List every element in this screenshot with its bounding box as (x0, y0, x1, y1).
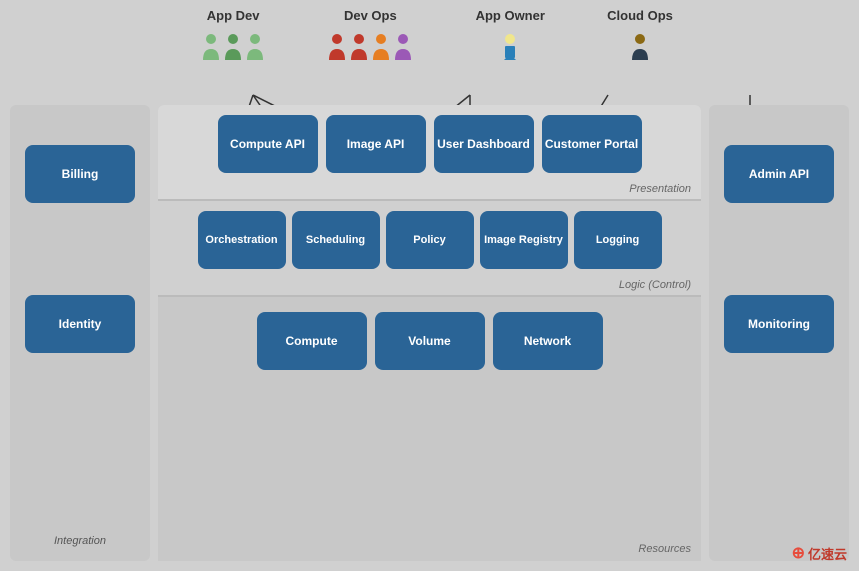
monitoring-box: Monitoring (724, 295, 834, 353)
persona-label: App Owner (476, 8, 545, 23)
image-registry-box: Image Registry (480, 211, 568, 269)
watermark-text: 亿速云 (808, 544, 847, 563)
logging-box: Logging (574, 211, 662, 269)
persona-app-owner: App Owner (476, 8, 545, 62)
resources-layer: Compute Volume Network Resources (158, 295, 701, 561)
person-icon (393, 32, 413, 62)
person-icon (327, 32, 347, 62)
person-icon (201, 32, 221, 62)
left-panel: Billing Identity Integration (10, 105, 150, 561)
orchestration-box: Orchestration (198, 211, 286, 269)
logic-layer: Orchestration Scheduling Policy Image Re… (158, 199, 701, 295)
person-icon (245, 32, 265, 62)
network-box: Network (493, 312, 603, 370)
persona-label: Dev Ops (344, 8, 397, 23)
resources-label: Resources (638, 543, 691, 555)
persona-dev-ops: Dev Ops (327, 8, 413, 62)
presentation-label: Presentation (629, 183, 691, 195)
persona-label: App Dev (207, 8, 260, 23)
logic-label: Logic (Control) (619, 279, 691, 291)
watermark-icon: ⊕ (792, 543, 805, 563)
persona-cloud-ops: Cloud Ops (607, 8, 673, 62)
center-area: Compute API Image API User Dashboard Cus… (158, 105, 701, 561)
person-icon (630, 32, 650, 62)
main-container: App Dev Dev Ops (0, 0, 859, 571)
customer-portal-box: Customer Portal (542, 115, 642, 173)
integration-label: Integration (10, 535, 150, 547)
policy-box: Policy (386, 211, 474, 269)
persona-app-dev: App Dev (201, 8, 265, 62)
compute-api-box: Compute API (218, 115, 318, 173)
person-icon (223, 32, 243, 62)
user-dashboard-box: User Dashboard (434, 115, 534, 173)
person-icon (371, 32, 391, 62)
image-api-box: Image API (326, 115, 426, 173)
watermark: ⊕ 亿速云 (792, 543, 847, 563)
person-icon (500, 32, 520, 62)
scheduling-box: Scheduling (292, 211, 380, 269)
identity-box: Identity (25, 295, 135, 353)
right-panel: Admin API Monitoring (709, 105, 849, 561)
volume-box: Volume (375, 312, 485, 370)
admin-api-box: Admin API (724, 145, 834, 203)
billing-box: Billing (25, 145, 135, 203)
compute-box: Compute (257, 312, 367, 370)
person-icon (349, 32, 369, 62)
presentation-layer: Compute API Image API User Dashboard Cus… (158, 105, 701, 199)
persona-label: Cloud Ops (607, 8, 673, 23)
